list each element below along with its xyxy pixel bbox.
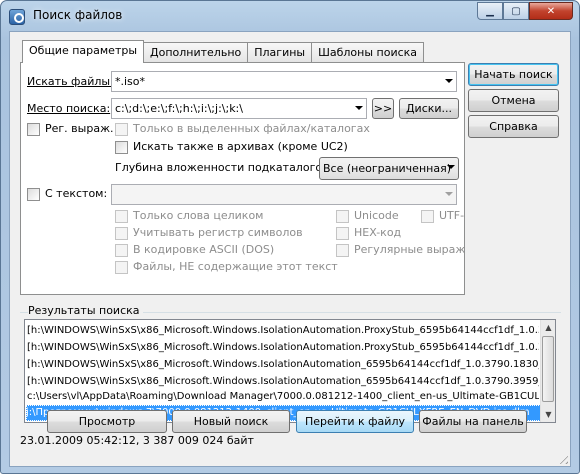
case-checkbox bbox=[115, 227, 128, 240]
drives-button[interactable]: Диски... bbox=[399, 98, 459, 119]
find-files-combo[interactable]: *.iso* bbox=[111, 71, 457, 92]
search-in-label: Место поиска: bbox=[27, 102, 111, 115]
only-selected-checkbox bbox=[115, 123, 128, 136]
start-search-button[interactable]: Начать поиск bbox=[468, 63, 559, 86]
minimize-button[interactable]: ▁ bbox=[477, 2, 503, 20]
regex2-checkbox bbox=[336, 244, 349, 257]
search-in-combo[interactable]: c:\;d:\;e:\;f:\;h:\;i:\;j:\;k:\ bbox=[111, 98, 367, 119]
tab-templates[interactable]: Шаблоны поиска bbox=[311, 42, 425, 63]
tab-advanced[interactable]: Дополнительно bbox=[143, 42, 249, 63]
search-files-window: Поиск файлов ▁ ▢ ✕ Общие параметры Допол… bbox=[0, 0, 580, 474]
list-item[interactable]: [h:\WINDOWS\WinSxS\x86_Microsoft.Windows… bbox=[27, 374, 539, 390]
regex-checkbox[interactable] bbox=[27, 123, 40, 136]
not-containing-label: Файлы, НЕ содержащие этот текст bbox=[133, 260, 338, 273]
vertical-scrollbar[interactable]: ▲ ▼ bbox=[540, 320, 555, 422]
depth-combo[interactable]: Все (неограниченная) bbox=[319, 157, 459, 180]
whole-words-checkbox bbox=[115, 210, 128, 223]
utf8-checkbox bbox=[421, 210, 434, 223]
search-in-value: c:\;d:\;e:\;f:\;h:\;i:\;j:\;k:\ bbox=[115, 102, 243, 115]
caption-buttons: ▁ ▢ ✕ bbox=[477, 2, 573, 20]
resize-grip-icon[interactable] bbox=[556, 452, 568, 464]
files-to-panel-button[interactable]: Файлы на панель bbox=[419, 410, 527, 433]
case-label: Учитывать регистр символов bbox=[133, 226, 303, 239]
ascii-checkbox bbox=[115, 244, 128, 257]
scroll-up-icon[interactable]: ▲ bbox=[541, 320, 555, 335]
ascii-label: В кодировке ASCII (DOS) bbox=[133, 243, 275, 256]
find-files-value: *.iso* bbox=[115, 75, 146, 88]
chevron-down-icon[interactable] bbox=[447, 165, 455, 169]
view-button[interactable]: Просмотр bbox=[47, 410, 167, 433]
regex2-label: Регулярные выражения bbox=[354, 243, 464, 256]
help-button[interactable]: Справка bbox=[468, 115, 559, 138]
only-selected-label: Только в выделенных файлах/каталогах bbox=[133, 122, 370, 135]
title-bar[interactable]: Поиск файлов ▁ ▢ ✕ bbox=[1, 1, 579, 31]
tab-general[interactable]: Общие параметры bbox=[22, 40, 145, 63]
regex-label: Рег. выраж. bbox=[45, 122, 114, 135]
general-tab-panel: Искать файлы: *.iso* Место поиска: c:\;d… bbox=[20, 62, 465, 295]
scroll-down-icon[interactable]: ▼ bbox=[541, 407, 555, 422]
unicode-checkbox bbox=[336, 210, 349, 223]
results-list[interactable]: [h:\WINDOWS\WinSxS\x86_Microsoft.Windows… bbox=[24, 319, 556, 423]
list-item[interactable]: [h:\WINDOWS\WinSxS\x86_Microsoft.Windows… bbox=[27, 340, 539, 356]
list-item[interactable]: c:\Users\vl\AppData\Roaming\Download Man… bbox=[27, 389, 539, 405]
with-text-checkbox[interactable] bbox=[27, 188, 40, 201]
list-item[interactable]: [h:\WINDOWS\WinSxS\x86_Microsoft.Windows… bbox=[27, 323, 539, 339]
depth-label: Глубина вложенности подкаталогов: bbox=[115, 161, 333, 174]
not-containing-checkbox bbox=[115, 261, 128, 274]
chevron-down-icon[interactable] bbox=[355, 106, 363, 110]
new-search-button[interactable]: Новый поиск bbox=[172, 410, 290, 433]
list-item[interactable]: [h:\WINDOWS\WinSxS\x86_Microsoft.Windows… bbox=[27, 357, 539, 373]
with-text-label: С текстом: bbox=[45, 187, 108, 200]
browse-button[interactable]: >> bbox=[372, 98, 394, 119]
chevron-down-icon bbox=[445, 192, 453, 196]
window-title: Поиск файлов bbox=[33, 8, 123, 22]
vertical-scroll-thumb[interactable] bbox=[542, 336, 554, 402]
results-label: Результаты поиска bbox=[28, 304, 143, 317]
dialog-body: Общие параметры Дополнительно Плагины Ша… bbox=[9, 31, 571, 467]
with-text-combo bbox=[111, 184, 457, 205]
maximize-button[interactable]: ▢ bbox=[503, 2, 529, 20]
status-text: 23.01.2009 05:42:12, 3 387 009 024 байт bbox=[20, 434, 254, 447]
hex-label: HEX-код bbox=[354, 226, 402, 239]
find-files-label: Искать файлы: bbox=[27, 75, 114, 88]
unicode-label: Unicode bbox=[354, 209, 399, 222]
search-archives-label: Искать также в архивах (кроме UC2) bbox=[133, 140, 348, 153]
search-archives-checkbox[interactable] bbox=[115, 141, 128, 154]
chevron-down-icon[interactable] bbox=[445, 79, 453, 83]
depth-value: Все (неограниченная) bbox=[323, 162, 451, 175]
whole-words-label: Только слова целиком bbox=[133, 209, 264, 222]
close-button[interactable]: ✕ bbox=[529, 2, 573, 20]
goto-file-button[interactable]: Перейти к файлу bbox=[296, 410, 414, 433]
tab-plugins[interactable]: Плагины bbox=[247, 42, 313, 63]
utf8-label: UTF-8 bbox=[439, 209, 464, 222]
hex-checkbox bbox=[336, 227, 349, 240]
cancel-button[interactable]: Отмена bbox=[468, 89, 559, 112]
tab-strip: Общие параметры Дополнительно Плагины Ша… bbox=[22, 40, 425, 63]
search-app-icon bbox=[9, 9, 25, 25]
